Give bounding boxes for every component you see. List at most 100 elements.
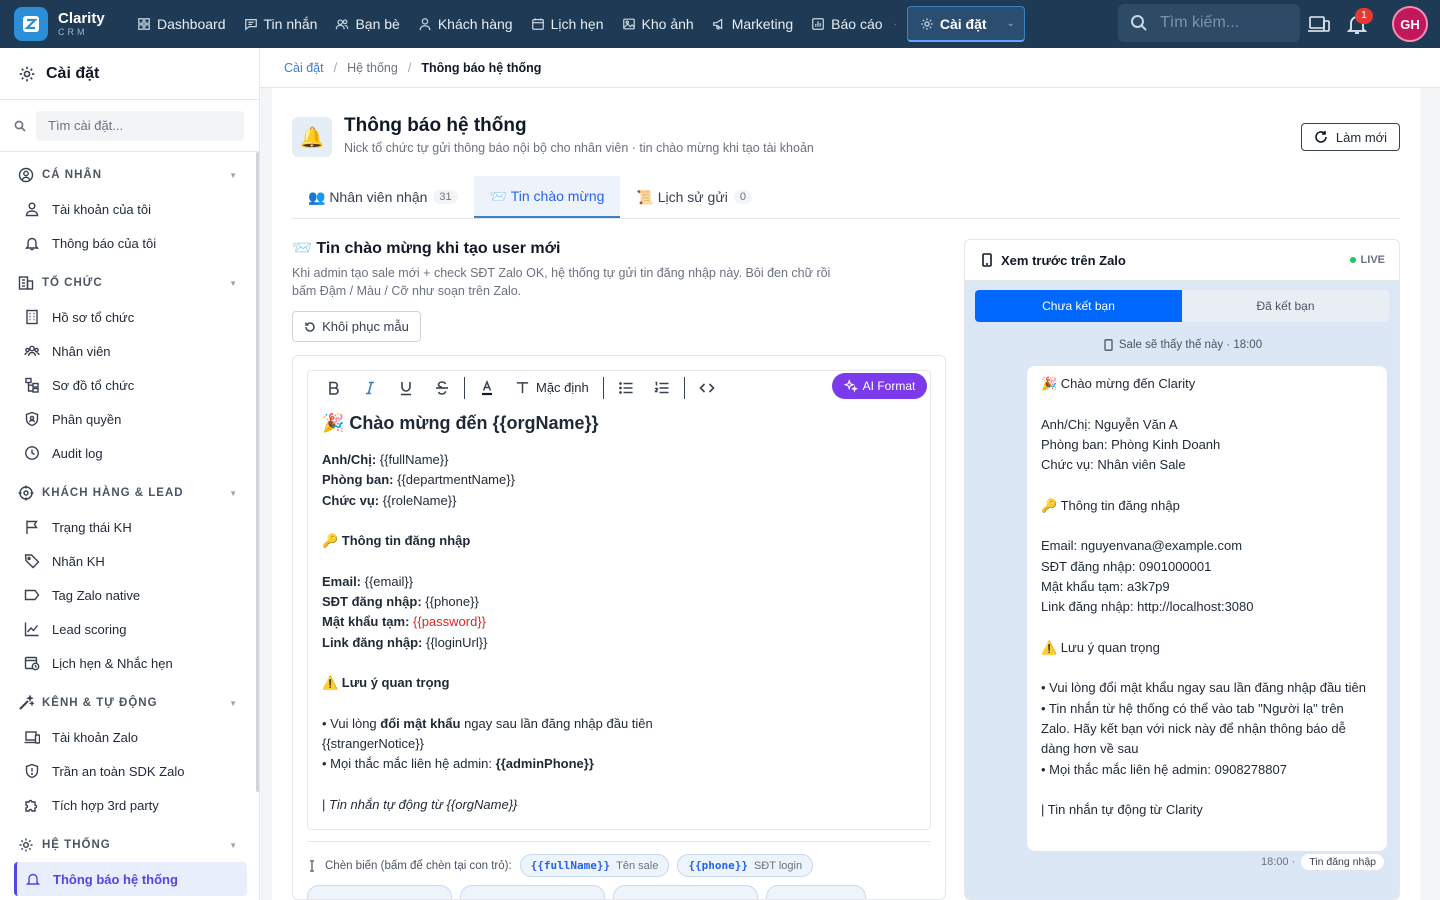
refresh-icon [1315,131,1327,143]
sidebar-item-org-chart[interactable]: Sơ đồ tổ chức [0,368,259,402]
editor-content[interactable]: 🎉 Chào mừng đến {{orgName}} Anh/Chị: {{f… [307,404,931,830]
sidebar-item-my-account[interactable]: Tài khoản của tôi [0,192,259,226]
chevron-down-icon: ▼ [229,170,237,180]
avatar[interactable]: GH [1392,6,1428,42]
bubble-meta: 18:00 · Tin đăng nhập [1261,854,1384,870]
restore-template-button[interactable]: Khôi phục mẫu [292,311,421,342]
sidebar-item-lead-scoring[interactable]: Lead scoring [0,612,259,646]
tab-recipients[interactable]: 👥 Nhân viên nhận 31 [292,176,474,218]
tab-count: 0 [733,190,752,204]
gear-icon [19,838,33,852]
bullet-list-button[interactable] [608,373,644,403]
sidebar-item-third-party[interactable]: Tích hợp 3rd party [0,788,259,822]
tab-bar: 👥 Nhân viên nhận 31 📨 Tin chào mừng 📜 Lị… [292,176,1400,219]
nav-settings[interactable]: Cài đặt ⌄ [906,6,1025,42]
underline-icon [401,381,411,395]
sidebar-item-zalo-accounts[interactable]: Tài khoản Zalo [0,720,259,754]
variable-chip[interactable]: {{fullName}} Tên sale [519,854,670,877]
tab-label: 📜 Lịch sử gửi [636,188,728,205]
nav-messages[interactable]: Tin nhắn [235,6,327,42]
sidebar-section-personal[interactable]: CÁ NHÂN ▼ [0,158,259,192]
nav-label: Kho ảnh [641,16,694,32]
sidebar-item-zalo-tags[interactable]: Tag Zalo native [0,578,259,612]
variable-chip[interactable]: {{phone}} SĐT login [677,854,814,877]
sidebar-item-employees[interactable]: Nhân viên [0,334,259,368]
cursor-icon [310,859,314,872]
sidebar-item-label: Lịch hẹn & Nhắc hẹn [52,655,173,671]
editor-line: {{strangerNotice}} [322,736,424,752]
strikethrough-icon [436,380,448,395]
tab-send-history[interactable]: 📜 Lịch sử gửi 0 [620,176,768,218]
code-icon [699,382,715,393]
sidebar-item-system-notifications[interactable]: Thông báo hệ thống [14,862,247,896]
sidebar-item-label: Audit log [52,445,103,461]
nav-customers[interactable]: Khách hàng [409,6,522,42]
sidebar-item-org-profile[interactable]: Hồ sơ tổ chức [0,300,259,334]
sidebar-section-system[interactable]: HỆ THỐNG ▼ [0,828,259,862]
target-icon [18,485,34,501]
global-search-input[interactable] [1160,14,1290,32]
variable-chip[interactable] [307,885,452,899]
numbered-list-button[interactable] [644,373,680,403]
tab-welcome-message[interactable]: 📨 Tin chào mừng [473,176,621,218]
sidebar-item-audit-log[interactable]: Audit log [0,436,259,470]
bubble-line: Chức vụ: Nhân viên Sale [1041,457,1186,473]
puzzle-icon [25,799,38,812]
breadcrumb-mid[interactable]: Hệ thống [347,61,398,75]
bubble-tag: Tin đăng nhập [1301,854,1384,870]
bubble-line: • Tin nhắn từ hệ thống có thể vào tab "N… [1041,700,1346,757]
nav-marketing[interactable]: Marketing [703,6,802,42]
global-search[interactable] [1118,4,1300,42]
variable-chip[interactable] [766,885,866,899]
sidebar-item-customer-status[interactable]: Trạng thái KH [0,510,259,544]
label-icon [24,589,40,601]
brand[interactable]: Clarity CRM [0,0,128,48]
sidebar-item-label: Tài khoản Zalo [52,729,138,745]
toggle-friend[interactable]: Đã kết bạn [1182,290,1389,322]
editor-line: Email: {{email}} [322,573,414,589]
breadcrumb-root[interactable]: Cài đặt [284,61,324,75]
font-size-dropdown[interactable]: Mặc định [505,380,599,395]
undo-icon [305,321,315,332]
bold-button[interactable] [316,373,352,403]
megaphone-icon [712,18,722,30]
tab-label: 👥 Nhân viên nhận [308,188,428,205]
nav-reports[interactable]: Báo cáo [802,6,891,42]
variable-chip[interactable] [460,885,605,899]
underline-button[interactable] [388,373,424,403]
nav-label: Báo cáo [831,16,883,32]
sidebar-search-input[interactable] [48,118,238,133]
sidebar-item-zalo-sdk-limits[interactable]: Trần an toàn SDK Zalo [0,754,259,788]
ai-format-button[interactable]: AI Format [832,373,927,399]
bubble-line: | Tin nhắn tự động từ Clarity [1041,802,1203,818]
nav-images[interactable]: Kho ảnh [613,6,703,42]
code-view-button[interactable] [689,373,725,403]
variable-chip[interactable] [613,885,758,899]
tab-label: 📨 Tin chào mừng [489,187,605,204]
text-color-button[interactable] [469,373,505,403]
toggle-not-friend[interactable]: Chưa kết bạn [975,290,1182,322]
sidebar-item-my-notifications[interactable]: Thông báo của tôi [0,226,259,260]
bubble-line: Email: nguyenvana@example.com [1041,538,1243,554]
nav-friends[interactable]: Bạn bè [326,6,408,42]
devices-icon[interactable] [1307,12,1331,36]
sidebar-section-channels-automation[interactable]: KÊNH & TỰ ĐỘNG ▼ [0,686,259,720]
sidebar-section-customers-leads[interactable]: KHÁCH HÀNG & LEAD ▼ [0,476,259,510]
sidebar-item-permissions[interactable]: Phân quyền [0,402,259,436]
nav-appointments[interactable]: Lịch hẹn [522,6,613,42]
bubble-line: Mật khẩu tạm: a3k7p9 [1041,578,1170,594]
strikethrough-button[interactable] [424,373,460,403]
italic-button[interactable] [352,373,388,403]
live-indicator: LIVE [1349,254,1385,266]
sidebar-item-appointments-reminders[interactable]: Lịch hẹn & Nhắc hẹn [0,646,259,680]
dashboard-icon [138,18,150,30]
sidebar-item-customer-labels[interactable]: Nhãn KH [0,544,259,578]
refresh-label: Làm mới [1335,129,1388,145]
sidebar-item-label: Nhãn KH [52,553,105,569]
toolbar-divider [464,376,465,399]
nav-dashboard[interactable]: Dashboard [128,6,235,42]
refresh-button[interactable]: Làm mới [1301,123,1400,151]
bubble-line: Anh/Chị: Nguyễn Văn A [1041,416,1178,432]
user-icon [25,202,39,217]
sidebar-section-organization[interactable]: TỔ CHỨC ▼ [0,266,259,300]
